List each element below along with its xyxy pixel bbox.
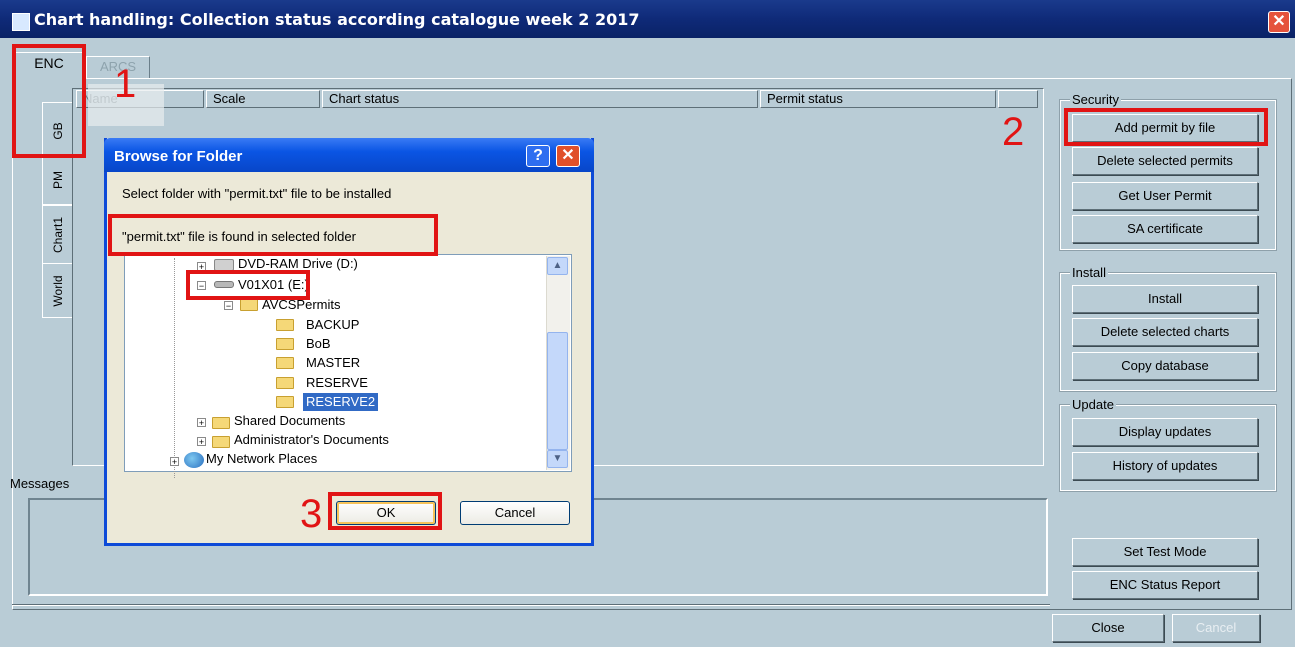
scroll-up-arrow-icon[interactable]: ▲ — [547, 257, 568, 275]
delete-selected-charts-button[interactable]: Delete selected charts — [1072, 318, 1258, 346]
window-close-button[interactable]: ✕ — [1268, 11, 1290, 33]
display-updates-button[interactable]: Display updates — [1072, 418, 1258, 446]
dialog-instruction: Select folder with "permit.txt" file to … — [122, 186, 392, 201]
expand-icon[interactable]: + — [197, 418, 206, 428]
column-header-scale[interactable]: Scale — [206, 90, 320, 108]
copy-database-button[interactable]: Copy database — [1072, 352, 1258, 380]
tree-node-reserve[interactable]: RESERVE — [306, 374, 368, 392]
update-group-label: Update — [1070, 397, 1116, 412]
app-icon — [12, 13, 30, 31]
enc-status-report-button[interactable]: ENC Status Report — [1072, 571, 1258, 599]
tree-node-backup[interactable]: BACKUP — [306, 316, 359, 334]
scroll-thumb[interactable] — [547, 332, 568, 450]
messages-label: Messages — [10, 476, 70, 491]
annotation-box-drive — [186, 270, 310, 300]
annotation-number-2: 2 — [1002, 110, 1025, 154]
annotation-box-add-permit — [1064, 108, 1268, 146]
get-user-permit-button[interactable]: Get User Permit — [1072, 182, 1258, 210]
vertical-tab-label: PM — [50, 171, 65, 189]
tree-node-bob[interactable]: BoB — [306, 335, 331, 353]
install-button[interactable]: Install — [1072, 285, 1258, 313]
folder-icon — [212, 417, 230, 429]
expand-icon[interactable]: + — [197, 437, 206, 447]
annotation-number-3: 3 — [300, 492, 323, 536]
vertical-tab-label: Chart1 — [50, 216, 65, 254]
folder-icon — [276, 377, 294, 389]
security-group-label: Security — [1070, 92, 1121, 107]
tree-guide-line — [174, 258, 175, 478]
set-test-mode-button[interactable]: Set Test Mode — [1072, 538, 1258, 566]
annotation-box-status — [108, 214, 438, 256]
vertical-tab-label: World — [50, 274, 65, 307]
dialog-title: Browse for Folder — [114, 148, 243, 165]
folder-icon — [240, 299, 258, 311]
folder-open-icon — [276, 396, 294, 408]
close-button[interactable]: Close — [1052, 614, 1164, 642]
tree-node-administrators-documents[interactable]: Administrator's Documents — [234, 431, 389, 449]
tree-node-my-network-places[interactable]: My Network Places — [206, 450, 317, 468]
expand-icon[interactable]: + — [170, 457, 179, 467]
annotation-box-tabs — [12, 44, 86, 158]
annotation-box-ok — [328, 492, 442, 530]
column-header-permit-status[interactable]: Permit status — [760, 90, 996, 108]
scroll-down-arrow-icon[interactable]: ▼ — [547, 450, 568, 468]
folder-icon — [212, 436, 230, 448]
delete-selected-permits-button[interactable]: Delete selected permits — [1072, 147, 1258, 175]
bottom-separator — [12, 604, 1050, 606]
column-header-blank[interactable] — [998, 90, 1038, 108]
vertical-tab-pm[interactable]: PM — [42, 155, 72, 205]
window-title: Chart handling: Collection status accord… — [34, 10, 640, 29]
dialog-close-button[interactable]: ✕ — [556, 145, 580, 167]
history-of-updates-button[interactable]: History of updates — [1072, 452, 1258, 480]
network-places-icon — [184, 452, 204, 468]
cancel-button[interactable]: Cancel — [1172, 614, 1260, 642]
install-group-label: Install — [1070, 265, 1108, 280]
annotation-number-1: 1 — [114, 62, 137, 106]
tree-node-master[interactable]: MASTER — [306, 354, 360, 372]
folder-icon — [276, 338, 294, 350]
dialog-cancel-button[interactable]: Cancel — [460, 501, 570, 525]
dialog-help-button[interactable]: ? — [526, 145, 550, 167]
tree-node-reserve2-selected[interactable]: RESERVE2 — [303, 393, 379, 411]
collapse-icon[interactable]: − — [224, 301, 233, 311]
column-header-chart-status[interactable]: Chart status — [322, 90, 758, 108]
vertical-tab-world[interactable]: World — [42, 263, 72, 318]
vertical-tab-chart1[interactable]: Chart1 — [42, 205, 72, 265]
folder-icon — [276, 357, 294, 369]
tree-node-shared-documents[interactable]: Shared Documents — [234, 412, 345, 430]
sa-certificate-button[interactable]: SA certificate — [1072, 215, 1258, 243]
folder-icon — [276, 319, 294, 331]
